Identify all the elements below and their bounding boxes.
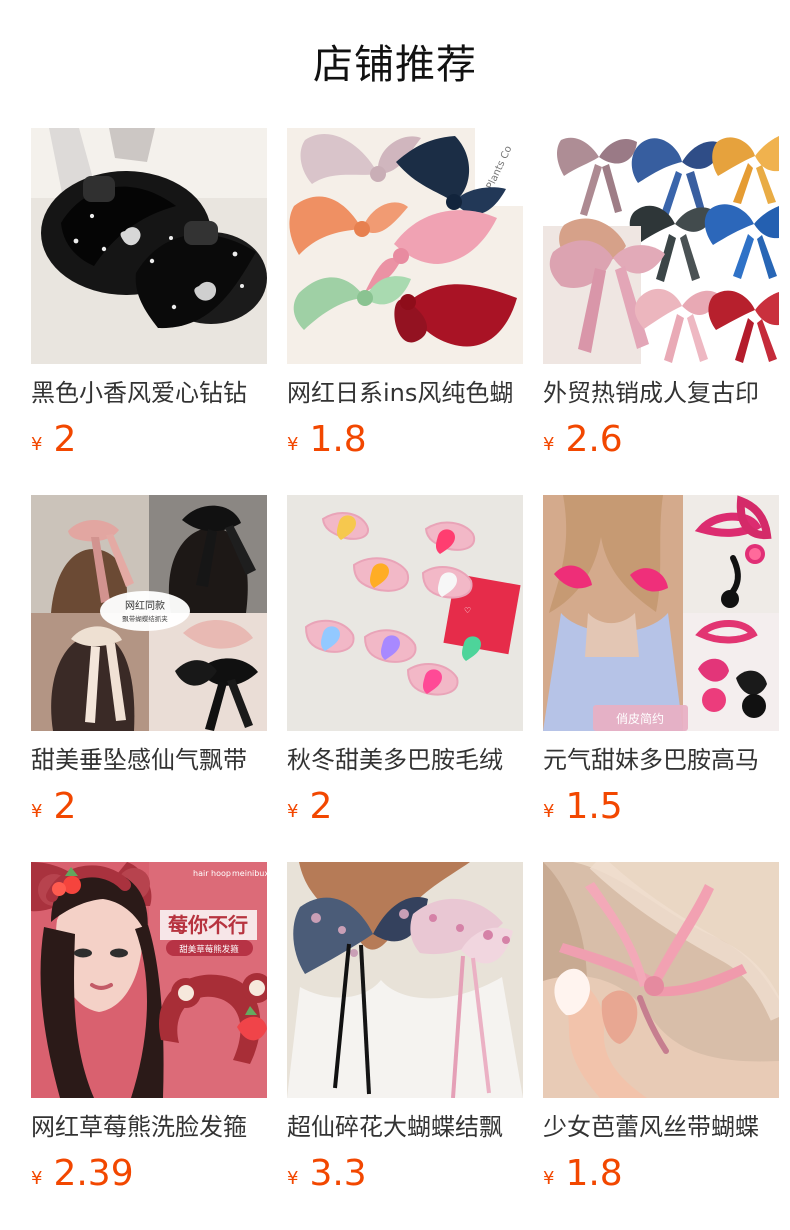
currency-symbol: ¥ bbox=[543, 434, 555, 455]
price-value: 2 bbox=[53, 419, 77, 460]
price-value: 1.5 bbox=[565, 786, 623, 827]
long-bow-hair-styles-icon: 网红同款 飘带蝴蝶结抓夹 bbox=[31, 495, 267, 731]
price-value: 1.8 bbox=[309, 419, 367, 460]
currency-symbol: ¥ bbox=[287, 801, 299, 822]
printed-bow-collection-icon bbox=[543, 128, 779, 364]
decorative-card-text: ♡ bbox=[464, 606, 471, 615]
product-image[interactable]: 俏皮简约 bbox=[543, 495, 779, 731]
product-card[interactable]: 网红同款 飘带蝴蝶结抓夹 甜美垂坠感仙气飘带 ¥ 2 bbox=[31, 495, 267, 831]
product-grid: 黑色小香风爱心钻钻 ¥ 2 Plants Co 网红日系ins风纯色蝴 ¥ 1.… bbox=[31, 128, 779, 1198]
product-image[interactable]: 网红同款 飘带蝴蝶结抓夹 bbox=[31, 495, 267, 731]
product-price: ¥ 3.3 bbox=[287, 1153, 523, 1195]
image-promo-text: 网红同款 bbox=[125, 599, 165, 612]
product-card[interactable]: ♡ 秋冬甜美多巴胺毛绒 ¥ 2 bbox=[287, 495, 523, 831]
strawberry-bear-headband-icon: hair hoop meinibuxing 莓你不行 甜美草莓熊发箍 bbox=[31, 862, 267, 1098]
product-price: ¥ 1.5 bbox=[543, 786, 779, 828]
image-right-caption: meinibuxing bbox=[232, 869, 267, 878]
product-name[interactable]: 秋冬甜美多巴胺毛绒 bbox=[287, 744, 523, 776]
product-image[interactable] bbox=[543, 862, 779, 1098]
price-value: 2.6 bbox=[565, 419, 623, 460]
product-price: ¥ 2 bbox=[31, 786, 267, 828]
price-value: 1.8 bbox=[565, 1153, 623, 1194]
product-name[interactable]: 网红日系ins风纯色蝴 bbox=[287, 377, 523, 409]
product-image[interactable]: Plants Co bbox=[287, 128, 523, 364]
product-name[interactable]: 超仙碎花大蝴蝶结飘 bbox=[287, 1111, 523, 1143]
currency-symbol: ¥ bbox=[543, 801, 555, 822]
product-name[interactable]: 外贸热销成人复古印 bbox=[543, 377, 779, 409]
product-price: ¥ 1.8 bbox=[287, 419, 523, 461]
pink-knot-hair-tie-icon: 俏皮简约 bbox=[543, 495, 779, 731]
price-value: 2 bbox=[309, 786, 333, 827]
currency-symbol: ¥ bbox=[31, 434, 43, 455]
product-image[interactable]: hair hoop meinibuxing 莓你不行 甜美草莓熊发箍 bbox=[31, 862, 267, 1098]
product-card[interactable]: 俏皮简约 元气甜妹多巴胺高马 ¥ 1.5 bbox=[543, 495, 779, 831]
price-value: 3.3 bbox=[309, 1153, 367, 1194]
product-price: ¥ 2.6 bbox=[543, 419, 779, 461]
product-price: ¥ 2 bbox=[31, 419, 267, 461]
product-card[interactable]: hair hoop meinibuxing 莓你不行 甜美草莓熊发箍 bbox=[31, 862, 267, 1198]
product-price: ¥ 2 bbox=[287, 786, 523, 828]
currency-symbol: ¥ bbox=[31, 801, 43, 822]
price-value: 2.39 bbox=[53, 1153, 134, 1194]
product-price: ¥ 1.8 bbox=[543, 1153, 779, 1195]
floral-bow-ribbon-clip-icon bbox=[287, 862, 523, 1098]
product-name[interactable]: 少女芭蕾风丝带蝴蝶 bbox=[543, 1111, 779, 1143]
image-subheadline-text: 甜美草莓熊发箍 bbox=[179, 944, 239, 955]
product-name[interactable]: 元气甜妹多巴胺高马 bbox=[543, 744, 779, 776]
currency-symbol: ¥ bbox=[287, 1168, 299, 1189]
image-headline-text: 莓你不行 bbox=[168, 913, 248, 937]
pastel-bow-clips-icon: Plants Co bbox=[287, 128, 523, 364]
product-price: ¥ 2.39 bbox=[31, 1153, 267, 1195]
fuzzy-heart-claw-clip-icon: ♡ bbox=[287, 495, 523, 731]
product-card[interactable]: 外贸热销成人复古印 ¥ 2.6 bbox=[543, 128, 779, 464]
product-image[interactable]: ♡ bbox=[287, 495, 523, 731]
product-name[interactable]: 甜美垂坠感仙气飘带 bbox=[31, 744, 267, 776]
product-card[interactable]: Plants Co 网红日系ins风纯色蝴 ¥ 1.8 bbox=[287, 128, 523, 464]
currency-symbol: ¥ bbox=[543, 1168, 555, 1189]
product-image[interactable] bbox=[287, 862, 523, 1098]
page-title: 店铺推荐 bbox=[313, 42, 477, 88]
price-value: 2 bbox=[53, 786, 77, 827]
product-card[interactable]: 黑色小香风爱心钻钻 ¥ 2 bbox=[31, 128, 267, 464]
black-bow-claw-clip-icon bbox=[31, 128, 267, 364]
image-promo-subtext: 飘带蝴蝶结抓夹 bbox=[122, 614, 168, 623]
product-name[interactable]: 黑色小香风爱心钻钻 bbox=[31, 377, 267, 409]
product-image[interactable] bbox=[31, 128, 267, 364]
product-name[interactable]: 网红草莓熊洗脸发箍 bbox=[31, 1111, 267, 1143]
shop-recommendation-page: 店铺推荐 黑色小香风爱心钻钻 ¥ 2 Plants Co 网红日系ins风纯色蝴… bbox=[0, 0, 790, 1230]
product-card[interactable]: 超仙碎花大蝴蝶结飘 ¥ 3.3 bbox=[287, 862, 523, 1198]
pink-ribbon-hair-clip-icon bbox=[543, 862, 779, 1098]
currency-symbol: ¥ bbox=[287, 434, 299, 455]
product-card[interactable]: 少女芭蕾风丝带蝴蝶 ¥ 1.8 bbox=[543, 862, 779, 1198]
currency-symbol: ¥ bbox=[31, 1168, 43, 1189]
product-image[interactable] bbox=[543, 128, 779, 364]
page-header: 店铺推荐 bbox=[0, 0, 790, 128]
image-caption-text: 俏皮简约 bbox=[616, 711, 664, 726]
image-left-caption: hair hoop bbox=[193, 869, 231, 878]
